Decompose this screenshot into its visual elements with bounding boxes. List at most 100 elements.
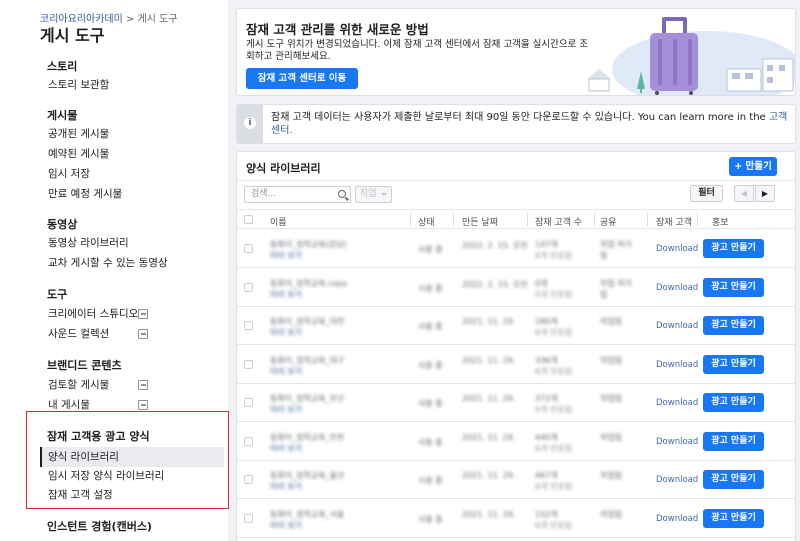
preview-link[interactable]: 미리 보기 xyxy=(270,481,302,492)
action-dropdown[interactable]: 작업 xyxy=(355,186,392,203)
form-status: 사용 중 xyxy=(418,360,443,370)
column-status[interactable]: 상태 xyxy=(418,215,435,228)
column-leads[interactable]: 잠재 고객 xyxy=(656,215,692,228)
row-checkbox[interactable] xyxy=(244,359,253,369)
section-title-branded-content: 브랜디드 콘텐츠 xyxy=(47,359,122,372)
lead-count: 152개 xyxy=(535,509,558,519)
sidebar-item-posts-to-review[interactable]: 검토할 게시물 xyxy=(40,375,224,395)
sidebar-item-label: 공개된 게시물 xyxy=(48,128,110,140)
download-link[interactable]: Download xyxy=(656,321,698,331)
sidebar-item-scheduled-posts[interactable]: 예약된 게시물 xyxy=(40,144,224,164)
preview-link[interactable]: 미리 보기 xyxy=(270,366,302,377)
create-ad-button[interactable]: 광고 만들기 xyxy=(703,316,764,335)
select-all-checkbox[interactable] xyxy=(244,215,253,224)
sidebar-item-drafts[interactable]: 임시 저장 xyxy=(40,164,224,184)
sharing-status: 작업 허가 xyxy=(600,278,632,288)
lead-count-expired: 6개 만료됨 xyxy=(535,366,573,376)
sidebar-item-video-library[interactable]: 동영상 라이브러리 xyxy=(40,233,224,253)
data-retention-notice: i 잠재 고객 데이터는 사용자가 제출한 날로부터 최대 90일 동안 다운로… xyxy=(236,104,796,144)
sidebar-item-label: 사운드 컬렉션 xyxy=(48,328,110,340)
row-checkbox[interactable] xyxy=(244,321,253,330)
sidebar-item-label: 예약된 게시물 xyxy=(48,148,110,160)
column-lead-count[interactable]: 잠재 고객 수 xyxy=(535,215,582,228)
download-link[interactable]: Download xyxy=(656,244,698,254)
sidebar-item-published-posts[interactable]: 공개된 게시물 xyxy=(40,124,224,144)
row-checkbox[interactable] xyxy=(244,513,253,523)
sharing-status: 작업 허가 xyxy=(600,240,632,249)
sidebar-item-label: 만료 예정 게시물 xyxy=(48,188,123,200)
column-sharing[interactable]: 공유 xyxy=(600,215,617,228)
create-ad-button[interactable]: 광고 만들기 xyxy=(703,354,764,374)
row-checkbox[interactable] xyxy=(244,436,253,446)
page-title: 게시 도구 xyxy=(40,26,105,45)
section-title-tools: 도구 xyxy=(47,288,68,301)
create-ad-button[interactable]: 광고 만들기 xyxy=(703,277,764,297)
sidebar-item-story-archive[interactable]: 스토리 보관함 xyxy=(40,75,224,95)
search-icon[interactable] xyxy=(338,190,346,198)
download-link[interactable]: Download xyxy=(656,398,698,408)
row-checkbox[interactable] xyxy=(244,398,253,407)
create-ad-button[interactable]: 광고 만들기 xyxy=(703,393,764,412)
column-promote[interactable]: 홍보 xyxy=(712,215,729,228)
lead-count: 336개 xyxy=(535,355,558,365)
sharing-status: 작업됨 xyxy=(600,509,623,519)
created-date: 2022. 2. 15. 오전 xyxy=(462,241,528,250)
sidebar-item-expiring-posts[interactable]: 만료 예정 게시물 xyxy=(40,184,224,204)
table-row: 동화이_정착교육_인천 미리 보기 사용 중 2021. 11. 29. 440개 6개 … xyxy=(237,423,795,461)
form-status: 사용 중 xyxy=(418,283,443,293)
sidebar-item-creator-studio[interactable]: 크리에이터 스튜디오 xyxy=(40,304,224,324)
column-name[interactable]: 이름 xyxy=(270,215,287,228)
lead-count-expired: 6개 만료됨 xyxy=(535,520,573,530)
table-header: 이름 상태 만든 날짜 잠재 고객 수 공유 잠재 고객 홍보 xyxy=(237,209,795,229)
form-status: 사용 중 xyxy=(418,245,443,254)
filter-button[interactable]: 필터 xyxy=(690,185,723,202)
download-link[interactable]: Download xyxy=(656,283,698,293)
suitcase-illustration xyxy=(587,17,795,95)
notice-text: 잠재 고객 데이터는 사용자가 제출한 날로부터 최대 90일 동안 다운로드할… xyxy=(271,112,788,136)
preview-link[interactable]: 미리 보기 xyxy=(270,250,302,261)
download-link[interactable]: Download xyxy=(656,514,698,524)
external-link-icon xyxy=(138,380,148,390)
created-date: 2022. 2. 15. 오전 xyxy=(462,279,528,289)
sidebar-item-crosspostable-videos[interactable]: 교차 게시할 수 있는 동영상 xyxy=(40,253,224,273)
create-form-button[interactable]: + 만들기 xyxy=(729,157,777,176)
form-name: 동화이_정착교육_인천 xyxy=(270,432,345,442)
create-ad-button[interactable]: 광고 만들기 xyxy=(703,470,764,489)
column-created-date[interactable]: 만든 날짜 xyxy=(462,215,498,228)
lead-count-expired: 6개 만료됨 xyxy=(535,405,573,414)
sharing-status: 작업됨 xyxy=(600,432,623,442)
form-name: 동화이_정착교육_울산 xyxy=(270,471,345,480)
table-row: 동화이_정착교육_부산 미리 보기 사용 중 2021. 11. 29. 372개 6개 … xyxy=(237,384,795,422)
preview-link[interactable]: 미리 보기 xyxy=(270,520,302,531)
download-link[interactable]: Download xyxy=(656,437,698,447)
forms-library-panel: 양식 라이브러리 + 만들기 검색... 작업 필터 ◀ ▶ 이름 상태 만든 … xyxy=(236,151,796,541)
row-checkbox[interactable] xyxy=(244,282,253,292)
info-icon: i xyxy=(244,117,256,129)
created-date: 2021. 11. 29. xyxy=(462,432,516,442)
form-name: 동화이_정착교육_서울 xyxy=(270,509,345,519)
library-title: 양식 라이브러리 xyxy=(246,162,321,175)
created-date: 2021. 11. 29. xyxy=(462,394,516,403)
preview-link[interactable]: 미리 보기 xyxy=(270,327,302,338)
sidebar-item-sound-collection[interactable]: 사운드 컬렉션 xyxy=(40,324,224,344)
next-page-button[interactable]: ▶ xyxy=(755,185,775,202)
highlight-box xyxy=(26,411,229,509)
create-ad-button[interactable]: 광고 만들기 xyxy=(703,431,764,451)
prev-page-button[interactable]: ◀ xyxy=(734,185,754,202)
create-ad-button[interactable]: 광고 만들기 xyxy=(703,508,764,528)
preview-link[interactable]: 미리 보기 xyxy=(270,289,302,300)
download-link[interactable]: Download xyxy=(656,475,698,485)
created-date: 2021. 11. 29. xyxy=(462,355,516,365)
go-to-lead-center-button[interactable]: 잠재 고객 센터로 이동 xyxy=(246,68,358,89)
row-checkbox[interactable] xyxy=(244,244,253,253)
row-checkbox[interactable] xyxy=(244,475,253,484)
download-link[interactable]: Download xyxy=(656,360,698,370)
form-status: 사용 중 xyxy=(418,514,443,524)
preview-link[interactable]: 미리 보기 xyxy=(270,443,302,454)
lead-count-expired: 6개 만료됨 xyxy=(535,482,573,491)
sidebar-item-label: 임시 저장 xyxy=(48,168,90,180)
preview-link[interactable]: 미리 보기 xyxy=(270,404,302,415)
search-input[interactable]: 검색... xyxy=(244,186,351,203)
create-ad-button[interactable]: 광고 만들기 xyxy=(703,239,764,258)
table-row: 동화이_정착교육_울산 미리 보기 사용 중 2021. 11. 29. 467개 6개 … xyxy=(237,461,795,499)
